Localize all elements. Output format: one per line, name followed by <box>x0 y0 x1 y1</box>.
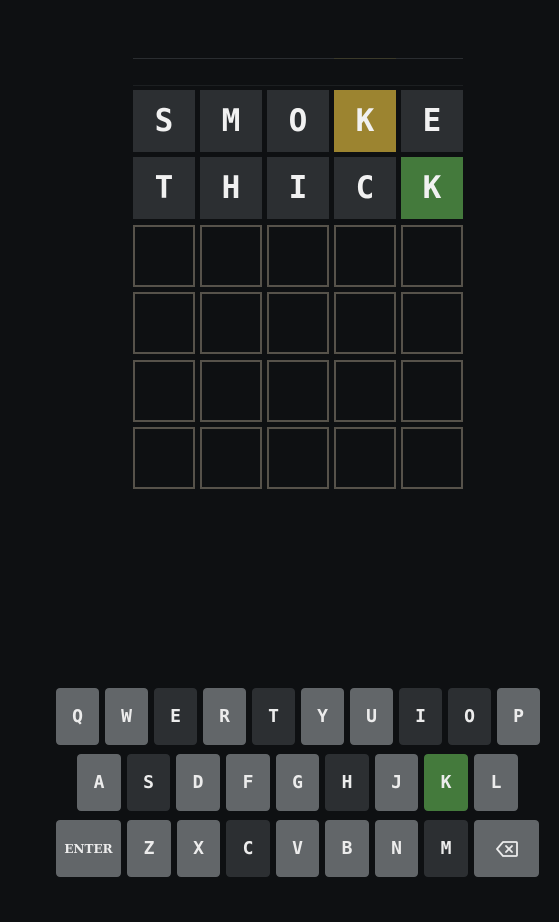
header-divider <box>133 58 463 59</box>
key-c[interactable]: C <box>226 820 270 877</box>
key-s[interactable]: S <box>127 754 170 811</box>
tile-r5-c4 <box>334 359 396 422</box>
key-y[interactable]: Y <box>301 688 344 745</box>
tile-r5-c3 <box>267 359 329 422</box>
key-h[interactable]: H <box>325 754 369 811</box>
key-o[interactable]: O <box>448 688 491 745</box>
key-z[interactable]: Z <box>127 820 171 877</box>
backspace-icon <box>495 840 518 857</box>
tile-r5-c5 <box>401 359 463 422</box>
tile-r2-c2: H <box>200 157 262 220</box>
tile-r5-c2 <box>200 359 262 422</box>
key-k[interactable]: K <box>424 754 468 811</box>
tile-r3-c4 <box>334 224 396 287</box>
key-m[interactable]: M <box>424 820 468 877</box>
tile-r3-c1 <box>133 224 195 287</box>
tile-r3-c5 <box>401 224 463 287</box>
tile-r1-c3: O <box>267 90 329 152</box>
tile-r5-c1 <box>133 359 195 422</box>
key-e[interactable]: E <box>154 688 197 745</box>
tile-r4-c4 <box>334 292 396 355</box>
enter-key[interactable]: ENTER <box>56 820 121 877</box>
tile-r3-c3 <box>267 224 329 287</box>
keyboard-row-1: QWERTYUIOP <box>0 688 559 745</box>
key-a[interactable]: A <box>77 754 121 811</box>
key-w[interactable]: W <box>105 688 148 745</box>
key-q[interactable]: Q <box>56 688 99 745</box>
tile-r6-c2 <box>200 426 262 489</box>
key-f[interactable]: F <box>226 754 270 811</box>
key-p[interactable]: P <box>497 688 540 745</box>
tile-r1-c4: K <box>334 90 396 152</box>
tile-r3-c2 <box>200 224 262 287</box>
tile-r6-c3 <box>267 426 329 489</box>
keyboard-row-2: ASDFGHJKL <box>0 754 559 811</box>
board-top-divider <box>133 85 463 86</box>
tile-r1-c1: S <box>133 90 195 152</box>
tile-r6-c1 <box>133 426 195 489</box>
game-board: SMOKETHICK <box>133 90 463 489</box>
tile-r4-c1 <box>133 292 195 355</box>
tile-r6-c5 <box>401 426 463 489</box>
key-l[interactable]: L <box>474 754 518 811</box>
key-d[interactable]: D <box>176 754 220 811</box>
tile-r1-c2: M <box>200 90 262 152</box>
game-page: SMOKETHICK QWERTYUIOP ASDFGHJKL ENTER Z X C… <box>0 0 559 922</box>
tile-r2-c5: K <box>401 157 463 220</box>
tile-r2-c4: C <box>334 157 396 220</box>
tile-r4-c3 <box>267 292 329 355</box>
tile-r4-c5 <box>401 292 463 355</box>
key-b[interactable]: B <box>325 820 369 877</box>
backspace-key[interactable] <box>474 820 539 877</box>
key-r[interactable]: R <box>203 688 246 745</box>
tile-r6-c4 <box>334 426 396 489</box>
key-g[interactable]: G <box>276 754 319 811</box>
key-j[interactable]: J <box>375 754 418 811</box>
tile-r4-c2 <box>200 292 262 355</box>
tile-r2-c3: I <box>267 157 329 220</box>
key-i[interactable]: I <box>399 688 442 745</box>
tile-r1-c5: E <box>401 90 463 152</box>
tile-r2-c1: T <box>133 157 195 220</box>
key-t[interactable]: T <box>252 688 295 745</box>
key-n[interactable]: N <box>375 820 418 877</box>
keyboard-row-3: ENTER Z X C V B N M <box>0 820 559 877</box>
key-x[interactable]: X <box>177 820 220 877</box>
key-v[interactable]: V <box>276 820 319 877</box>
key-u[interactable]: U <box>350 688 393 745</box>
